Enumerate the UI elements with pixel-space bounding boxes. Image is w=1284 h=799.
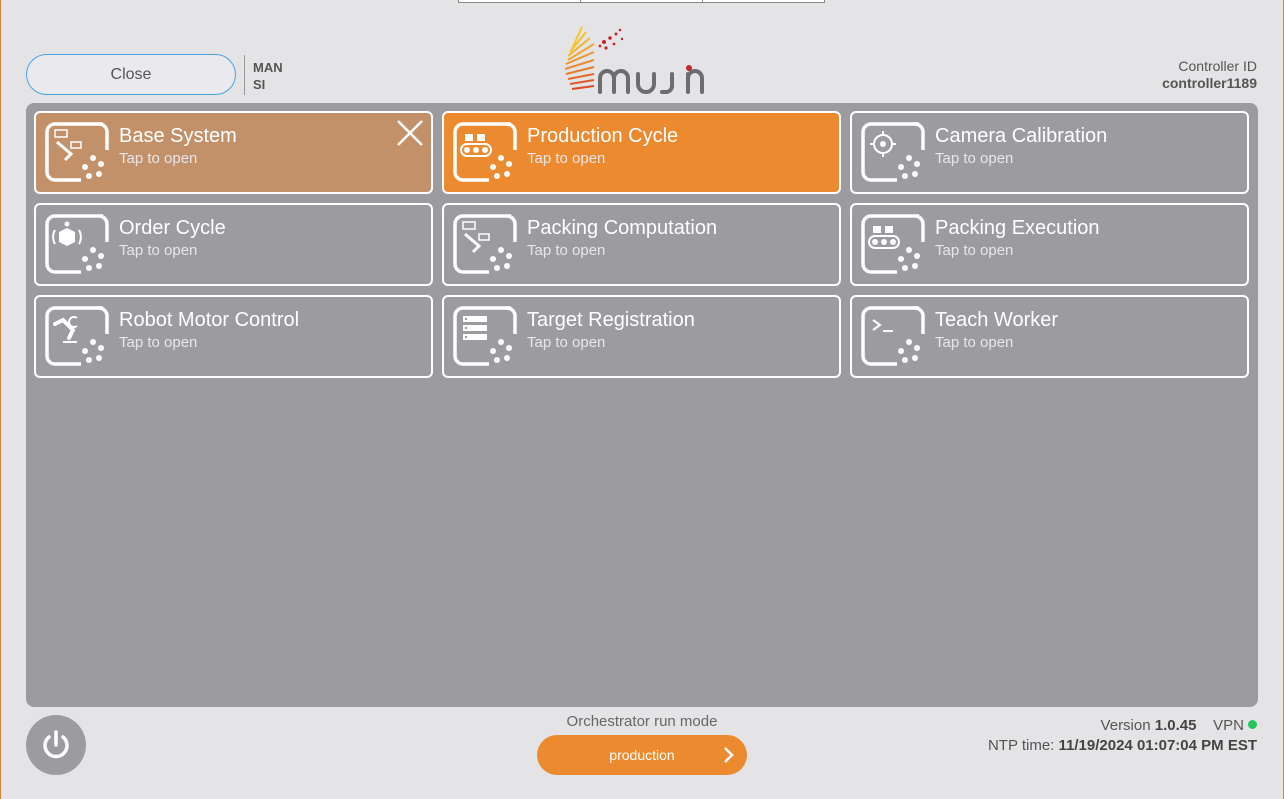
- tile-subtitle: Tap to open: [119, 242, 198, 259]
- tile-robot-motor-control[interactable]: Robot Motor Control Tap to open: [34, 295, 433, 378]
- box-cycle-icon: [45, 214, 109, 274]
- robot-flow-icon: [45, 122, 109, 182]
- header-divider: [244, 55, 245, 95]
- top-tab-strip: [458, 0, 825, 3]
- robot-flow-icon: [453, 214, 517, 274]
- tile-title: Packing Execution: [935, 217, 1100, 239]
- tile-title: Base System: [119, 125, 237, 147]
- crosshair-icon: [861, 122, 925, 182]
- tile-subtitle: Tap to open: [527, 334, 606, 351]
- power-icon: [43, 730, 69, 759]
- mode-labels: MAN SI: [253, 59, 283, 93]
- mujin-logo: [564, 26, 704, 94]
- tile-title: Production Cycle: [527, 125, 679, 147]
- tile-subtitle: Tap to open: [935, 334, 1014, 351]
- list-icon: [453, 306, 517, 366]
- apps-panel: Base System Tap to open Production Cycle…: [26, 103, 1258, 707]
- controller-label: Controller ID: [1178, 58, 1257, 74]
- close-button[interactable]: Close: [26, 54, 236, 95]
- tile-title: Packing Computation: [527, 217, 718, 239]
- tile-title: Robot Motor Control: [119, 309, 300, 331]
- runmode-selector[interactable]: production: [537, 735, 747, 775]
- close-icon[interactable]: [395, 118, 425, 148]
- ntp-value: 11/19/2024 01:07:04 PM EST: [1058, 737, 1257, 754]
- tile-title: Camera Calibration: [935, 125, 1108, 147]
- runmode-label: Orchestrator run mode: [566, 713, 718, 730]
- tile-target-registration[interactable]: Target Registration Tap to open: [442, 295, 841, 378]
- tile-subtitle: Tap to open: [119, 334, 198, 351]
- conveyor-icon: [861, 214, 925, 274]
- tile-production-cycle[interactable]: Production Cycle Tap to open: [442, 111, 841, 194]
- power-button[interactable]: [26, 715, 86, 775]
- vpn-label: VPN: [1213, 717, 1244, 734]
- tile-subtitle: Tap to open: [935, 150, 1014, 167]
- tile-teach-worker[interactable]: Teach Worker Tap to open: [850, 295, 1249, 378]
- ntp-label: NTP time:: [987, 737, 1055, 754]
- tile-title: Order Cycle: [119, 217, 226, 239]
- tile-subtitle: Tap to open: [119, 150, 198, 167]
- version-label: Version: [1100, 717, 1151, 734]
- tile-subtitle: Tap to open: [527, 150, 606, 167]
- tile-subtitle: Tap to open: [935, 242, 1014, 259]
- terminal-icon: [861, 306, 925, 366]
- version-value: 1.0.45: [1154, 717, 1197, 734]
- vpn-status-dot: [1248, 720, 1257, 729]
- mode-line-1: MAN: [253, 60, 283, 75]
- controller-info: Controller ID controller1189: [1162, 58, 1257, 92]
- version-info: Version 1.0.45 VPN NTP time: 11/19/2024 …: [988, 716, 1257, 756]
- robot-arm-icon: [45, 306, 109, 366]
- tile-base-system[interactable]: Base System Tap to open: [34, 111, 433, 194]
- tile-camera-calibration[interactable]: Camera Calibration Tap to open: [850, 111, 1249, 194]
- runmode-value: production: [609, 747, 675, 763]
- controller-id: controller1189: [1162, 75, 1257, 91]
- tile-title: Teach Worker: [935, 309, 1059, 331]
- tile-packing-computation[interactable]: Packing Computation Tap to open: [442, 203, 841, 286]
- tile-subtitle: Tap to open: [527, 242, 606, 259]
- tile-order-cycle[interactable]: Order Cycle Tap to open: [34, 203, 433, 286]
- conveyor-icon: [453, 122, 517, 182]
- mode-line-2: SI: [253, 77, 266, 92]
- chevron-right-icon: [724, 747, 734, 763]
- tile-packing-execution[interactable]: Packing Execution Tap to open: [850, 203, 1249, 286]
- tile-title: Target Registration: [527, 309, 695, 331]
